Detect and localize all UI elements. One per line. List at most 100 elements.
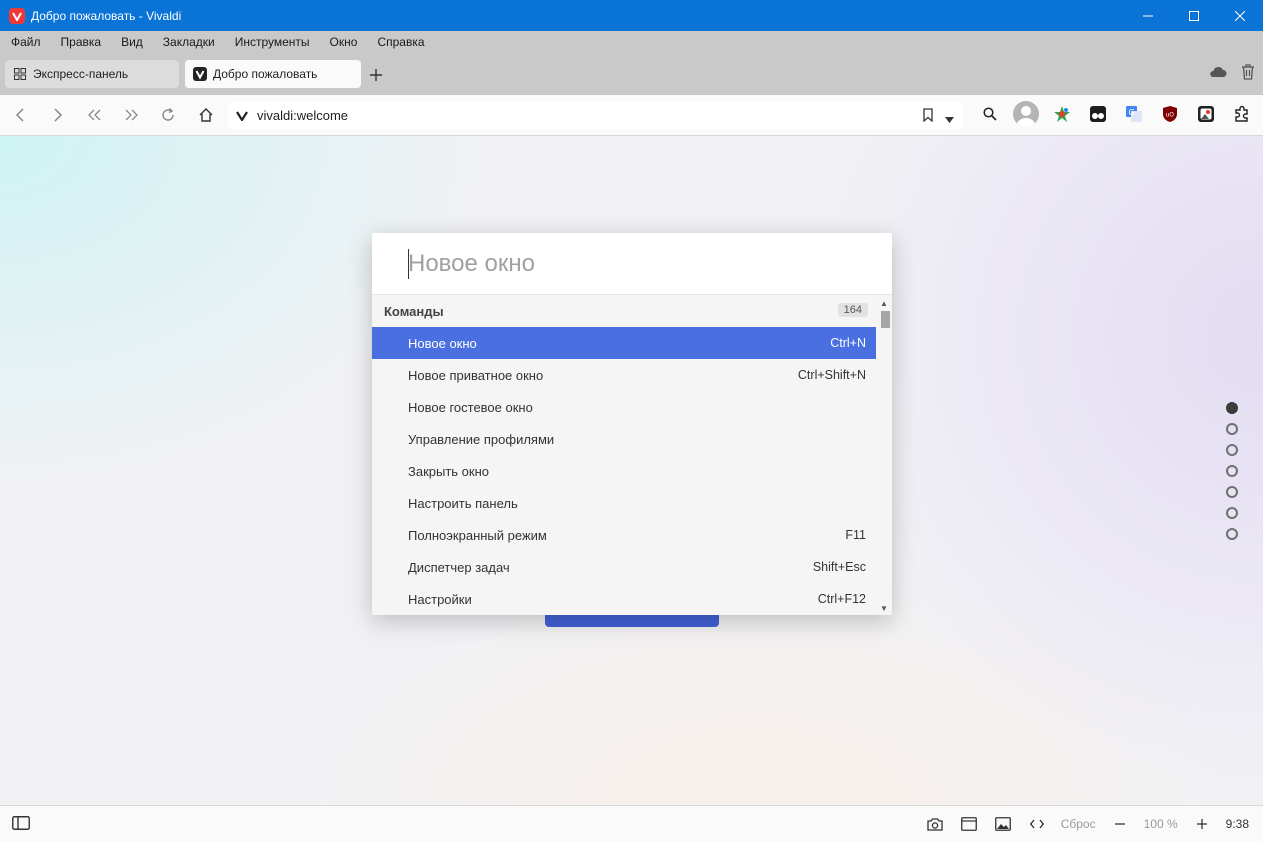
tampermonkey-icon [1090, 106, 1106, 122]
command-customize-toolbar[interactable]: Настроить панель [372, 487, 876, 519]
command-label: Новое окно [408, 335, 477, 351]
capture-button[interactable] [925, 814, 945, 834]
tile-button[interactable] [959, 814, 979, 834]
command-settings[interactable]: Настройки Ctrl+F12 [372, 583, 876, 615]
menu-help[interactable]: Справка [367, 31, 434, 54]
menu-file[interactable]: Файл [0, 31, 51, 54]
image-picker-icon [1198, 106, 1214, 122]
quick-commands-list: Команды 164 Новое окно Ctrl+N Новое прив… [372, 295, 876, 615]
new-tab-button[interactable] [366, 65, 386, 85]
page-actions-button[interactable] [1027, 814, 1047, 834]
extension-image-picker[interactable] [1193, 101, 1219, 127]
command-label: Закрыть окно [408, 463, 490, 479]
menu-view[interactable]: Вид [111, 31, 153, 54]
command-fullscreen[interactable]: Полноэкранный режим F11 [372, 519, 876, 551]
page-dot-5[interactable] [1226, 486, 1238, 498]
plus-icon [370, 69, 382, 81]
commands-section-header: Команды 164 [372, 295, 876, 327]
vivaldi-v-icon [236, 110, 248, 121]
chevron-down-icon[interactable] [945, 112, 954, 126]
page-dot-1[interactable] [1226, 402, 1238, 414]
minus-icon [1114, 823, 1125, 825]
command-label: Новое приватное окно [408, 367, 544, 383]
extension-translate[interactable]: G [1121, 101, 1147, 127]
fast-forward-button[interactable] [121, 105, 141, 125]
tab-welcome[interactable]: Добро пожаловать [185, 60, 361, 88]
quick-commands-panel: Команды 164 Новое окно Ctrl+N Новое прив… [372, 233, 892, 615]
images-toggle-button[interactable] [993, 814, 1013, 834]
clock[interactable]: 9:38 [1226, 817, 1249, 831]
scrollbar-thumb[interactable] [881, 311, 890, 328]
maximize-icon [1189, 10, 1199, 21]
vivaldi-logo-icon[interactable] [9, 7, 25, 24]
extension-ublock[interactable]: uO [1157, 101, 1183, 127]
back-button[interactable] [10, 105, 30, 125]
close-button[interactable] [1217, 0, 1263, 31]
command-task-manager[interactable]: Диспетчер задач Shift+Esc [372, 551, 876, 583]
ublock-shield-icon: uO [1163, 106, 1177, 122]
address-bar: vivaldi:welcome G uO [0, 95, 1263, 136]
reload-button[interactable] [158, 105, 178, 125]
page-dot-2[interactable] [1226, 423, 1238, 435]
vivaldi-icon [193, 67, 207, 81]
extensions-button[interactable] [1229, 101, 1255, 127]
search-icon [983, 107, 997, 121]
commands-scrollbar[interactable]: ▲ ▼ [876, 295, 892, 615]
zoom-out-button[interactable] [1110, 814, 1130, 834]
search-button[interactable] [977, 101, 1003, 127]
zoom-level[interactable]: 100 % [1144, 817, 1178, 831]
toolbar-right: G uO [977, 101, 1255, 127]
menu-bookmarks[interactable]: Закладки [153, 31, 225, 54]
user-icon [1016, 106, 1036, 127]
tab-label: Добро пожаловать [213, 67, 318, 81]
command-new-window[interactable]: Новое окно Ctrl+N [372, 327, 876, 359]
menu-tools[interactable]: Инструменты [225, 31, 320, 54]
image-icon [994, 817, 1011, 831]
url-text: vivaldi:welcome [257, 108, 349, 123]
panel-toggle-button[interactable] [12, 816, 30, 833]
rewind-button[interactable] [85, 105, 105, 125]
window-controls [1125, 0, 1263, 31]
command-shortcut: Ctrl+F12 [817, 592, 866, 606]
bookmark-icon[interactable] [923, 108, 933, 125]
home-button[interactable] [196, 105, 216, 125]
command-manage-profiles[interactable]: Управление профилями [372, 423, 876, 455]
extension-colorful[interactable] [1049, 101, 1075, 127]
tab-speed-dial[interactable]: Экспресс-панель [5, 60, 179, 88]
extension-tampermonkey[interactable] [1085, 101, 1111, 127]
command-new-guest-window[interactable]: Новое гостевое окно [372, 391, 876, 423]
trash-icon[interactable] [1241, 64, 1255, 83]
page-dot-7[interactable] [1226, 528, 1238, 540]
sidebar-toggle-icon [12, 816, 30, 830]
command-label: Управление профилями [408, 431, 555, 447]
profile-avatar[interactable] [1013, 101, 1039, 127]
camera-icon [927, 818, 943, 831]
maximize-button[interactable] [1171, 0, 1217, 31]
scroll-up-icon[interactable]: ▲ [880, 299, 888, 308]
title-bar: Добро пожаловать - Vivaldi [0, 0, 1263, 31]
tab-bar: Экспресс-панель Добро пожаловать [0, 54, 1263, 95]
page-dot-6[interactable] [1226, 507, 1238, 519]
sync-cloud-icon[interactable] [1209, 66, 1227, 81]
colorful-star-icon [1054, 106, 1070, 122]
menu-window[interactable]: Окно [320, 31, 368, 54]
quick-commands-input[interactable] [408, 249, 868, 278]
page-dot-3[interactable] [1226, 444, 1238, 456]
menu-bar: Файл Правка Вид Закладки Инструменты Окн… [0, 31, 1263, 54]
page-dots-nav [1226, 402, 1238, 540]
grid-icon [13, 67, 27, 81]
minimize-button[interactable] [1125, 0, 1171, 31]
command-close-window[interactable]: Закрыть окно [372, 455, 876, 487]
minimize-icon [1143, 15, 1153, 16]
command-new-private-window[interactable]: Новое приватное окно Ctrl+Shift+N [372, 359, 876, 391]
menu-edit[interactable]: Правка [51, 31, 112, 54]
command-shortcut: Ctrl+Shift+N [797, 368, 866, 382]
forward-button[interactable] [48, 105, 68, 125]
zoom-reset-button[interactable]: Сброс [1061, 817, 1096, 831]
page-dot-4[interactable] [1226, 465, 1238, 477]
zoom-in-button[interactable] [1192, 814, 1212, 834]
scroll-down-icon[interactable]: ▼ [880, 604, 888, 613]
url-field[interactable]: vivaldi:welcome [228, 102, 963, 129]
command-label: Настройки [408, 591, 472, 607]
translate-icon: G [1126, 106, 1142, 122]
